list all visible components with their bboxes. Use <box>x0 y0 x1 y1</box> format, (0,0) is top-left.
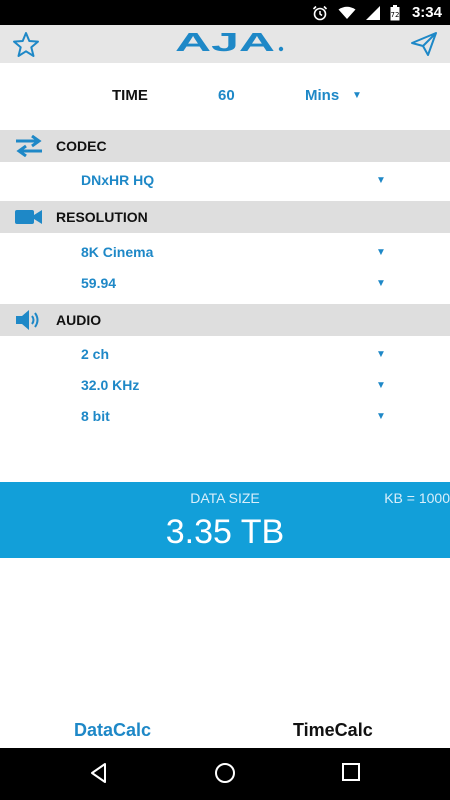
alarm-icon <box>312 5 328 20</box>
swap-arrows-icon <box>16 135 42 157</box>
bit-depth-dropdown[interactable]: 8 bit ▼ <box>0 401 450 432</box>
time-unit-dropdown[interactable]: Mins <box>305 87 339 104</box>
data-size-value: 3.35 TB <box>165 513 285 551</box>
battery-icon: 72 <box>390 4 400 20</box>
sample-rate-value: 32.0 KHz <box>81 377 140 393</box>
codec-value: DNxHR HQ <box>81 172 155 188</box>
svg-text:AJA: AJA <box>175 30 275 54</box>
bottom-tabs: DataCalc TimeCalc <box>0 712 450 748</box>
home-icon[interactable] <box>214 762 236 784</box>
audio-channels-value: 2 ch <box>81 346 110 362</box>
status-icons: 72 3:34 <box>312 0 442 25</box>
dropdown-caret-icon: ▼ <box>376 175 386 186</box>
audio-section-header: AUDIO <box>0 304 450 336</box>
unit-note: KB = 1000 <box>384 490 450 506</box>
dropdown-caret-icon: ▼ <box>376 349 386 360</box>
resolution-value: 8K Cinema <box>81 244 154 260</box>
status-time: 3:34 <box>411 4 442 21</box>
wifi-icon <box>338 6 356 19</box>
resolution-dropdown[interactable]: 8K Cinema ▼ <box>0 237 450 268</box>
back-icon[interactable] <box>88 762 110 784</box>
video-camera-icon <box>15 210 42 224</box>
sample-rate-dropdown[interactable]: 32.0 KHz ▼ <box>0 370 450 401</box>
bit-depth-value: 8 bit <box>81 408 110 424</box>
time-label: TIME <box>112 87 148 104</box>
status-bar: 72 3:34 <box>0 0 450 25</box>
frame-rate-dropdown[interactable]: 59.94 ▼ <box>0 268 450 299</box>
dropdown-caret-icon: ▼ <box>376 247 386 258</box>
dropdown-caret-icon[interactable]: ▼ <box>352 90 362 101</box>
dropdown-caret-icon: ▼ <box>376 380 386 391</box>
time-input[interactable]: 60 <box>218 87 235 104</box>
resolution-title: RESOLUTION <box>56 209 148 225</box>
aja-logo: AJA <box>175 30 284 54</box>
codec-dropdown[interactable]: DNxHR HQ ▼ <box>0 165 450 196</box>
recents-icon[interactable] <box>341 762 361 782</box>
app-bar: AJA <box>0 25 450 63</box>
tab-datacalc[interactable]: DataCalc <box>74 720 151 741</box>
tab-timecalc[interactable]: TimeCalc <box>293 720 373 741</box>
speaker-icon <box>16 310 39 330</box>
resolution-section-header: RESOLUTION <box>0 201 450 233</box>
data-size-result: DATA SIZE KB = 1000 3.35 TB <box>0 482 450 558</box>
send-icon[interactable] <box>410 31 438 57</box>
frame-rate-value: 59.94 <box>81 275 117 291</box>
android-nav-bar <box>0 748 450 800</box>
time-row: TIME 60 Mins ▼ <box>0 63 450 129</box>
codec-section-header: CODEC <box>0 130 450 162</box>
audio-title: AUDIO <box>56 312 102 328</box>
star-icon[interactable] <box>12 31 40 58</box>
dropdown-caret-icon: ▼ <box>376 411 386 422</box>
dropdown-caret-icon: ▼ <box>376 278 386 289</box>
signal-icon <box>365 5 380 20</box>
data-size-label: DATA SIZE <box>190 490 260 506</box>
audio-channels-dropdown[interactable]: 2 ch ▼ <box>0 339 450 370</box>
svg-text:72: 72 <box>391 11 400 19</box>
codec-title: CODEC <box>56 138 107 154</box>
